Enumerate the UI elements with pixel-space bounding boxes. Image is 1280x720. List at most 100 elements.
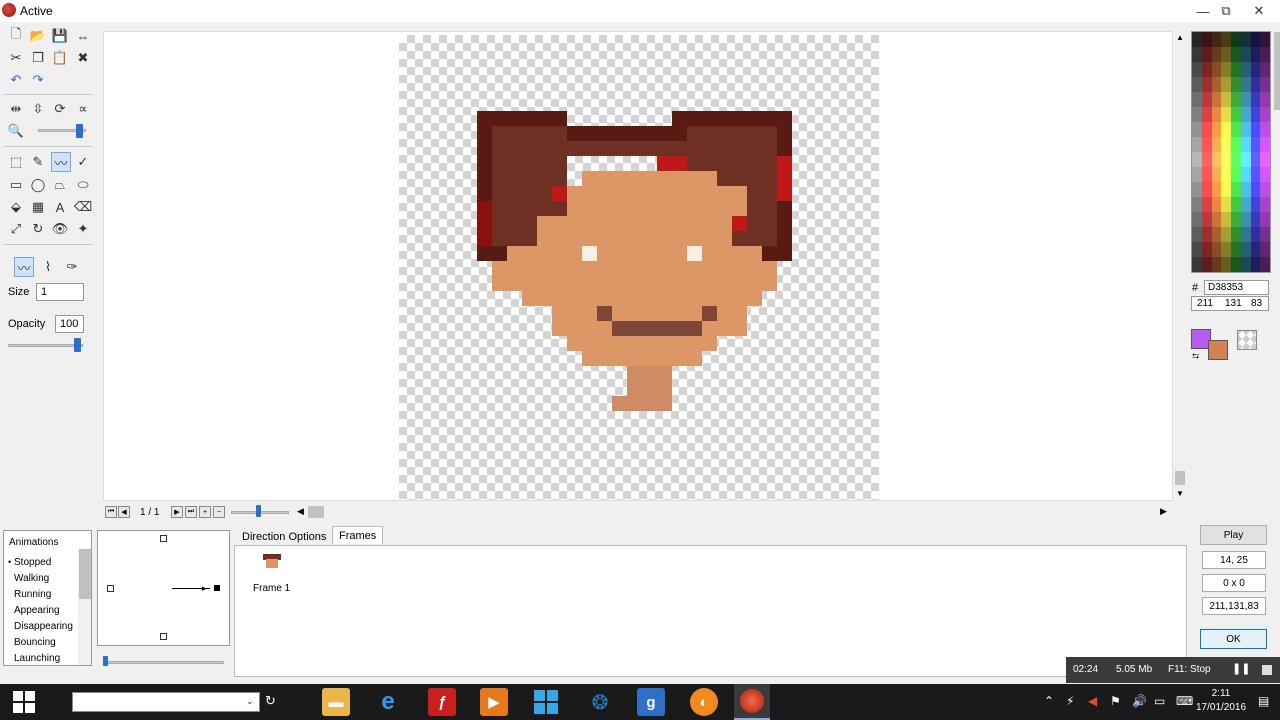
direction-down-node[interactable] [160,633,167,640]
brush-shape-2-icon[interactable]: ⌇ [38,257,58,277]
palette-swatch[interactable] [1250,137,1261,152]
media-player-icon[interactable]: ▶ [480,688,508,716]
palette-swatch[interactable] [1221,47,1231,62]
palette-swatch[interactable] [1250,47,1261,62]
palette-swatch[interactable] [1231,62,1241,77]
palette-swatch[interactable] [1240,257,1251,272]
palette-swatch[interactable] [1231,107,1241,122]
palette-swatch[interactable] [1231,122,1241,137]
play-button[interactable]: Play [1200,525,1267,545]
palette-swatch[interactable] [1221,242,1231,257]
palette-swatch[interactable] [1231,197,1241,212]
palette-swatch[interactable] [1192,257,1202,272]
palette-swatch[interactable] [1221,137,1231,152]
flip-horizontal-icon[interactable]: ⇹ [6,99,26,119]
ok-button[interactable]: OK [1200,629,1267,649]
palette-swatch[interactable] [1211,122,1222,137]
palette-swatch[interactable] [1201,107,1212,122]
palette-swatch[interactable] [1260,212,1270,227]
swap-colors-icon[interactable]: ⮀ [1192,351,1199,362]
direction-up-node[interactable] [160,535,167,542]
add-frame-button[interactable]: + [199,506,211,518]
animation-item-running[interactable]: Running [14,589,51,600]
rgb-input[interactable]: 211 131 83 [1191,296,1269,311]
palette-swatch[interactable] [1201,197,1212,212]
animation-item-disappearing[interactable]: Disappearing [14,621,73,632]
palette-swatch[interactable] [1211,107,1222,122]
stop-icon[interactable] [1262,665,1272,675]
palette-swatch[interactable] [1250,167,1261,182]
palette-swatch[interactable] [1201,77,1212,92]
palette-swatch[interactable] [1192,77,1202,92]
palette-swatch[interactable] [1192,167,1202,182]
last-frame-button[interactable]: ⏭ [185,506,197,518]
canvas-workspace[interactable] [103,31,1173,501]
palette-swatch[interactable] [1211,92,1222,107]
palette-swatch[interactable] [1192,47,1202,62]
palette-swatch[interactable] [1221,32,1231,47]
palette-swatch[interactable] [1192,182,1202,197]
palette-swatch[interactable] [1201,257,1212,272]
palette-swatch[interactable] [1240,92,1251,107]
zoom-icon[interactable]: 🔍 [6,121,26,141]
copy-icon[interactable]: ❐ [28,48,48,68]
palette-swatch[interactable] [1240,32,1251,47]
palette-swatch[interactable] [1240,212,1251,227]
palette-swatch[interactable] [1260,242,1270,257]
move-icon[interactable]: ⤢ [6,219,26,239]
palette-swatch[interactable] [1250,242,1261,257]
palette-swatch[interactable] [1231,257,1241,272]
palette-swatch[interactable] [1201,137,1212,152]
palette-swatch[interactable] [1260,167,1270,182]
animations-scrollbar[interactable] [78,549,91,665]
paste-icon[interactable]: 📋 [50,48,70,68]
color-palette[interactable] [1191,31,1271,273]
palette-swatch[interactable] [1201,167,1212,182]
animation-item-walking[interactable]: Walking [14,573,49,584]
save-icon[interactable]: 💾 [50,26,70,46]
refresh-icon[interactable]: ↻ [265,693,276,709]
palette-swatch[interactable] [1201,212,1212,227]
palette-swatch[interactable] [1250,32,1261,47]
palette-swatch[interactable] [1221,92,1231,107]
palette-swatch[interactable] [1192,197,1202,212]
palette-swatch[interactable] [1221,212,1231,227]
tab-direction-options[interactable]: Direction Options [236,528,332,546]
windows-store-icon[interactable] [532,688,560,716]
palette-swatch[interactable] [1260,92,1270,107]
palette-swatch[interactable] [1231,242,1241,257]
flip-vertical-icon[interactable]: ⇳ [28,99,48,119]
animation-item-launching[interactable]: Launching [14,653,60,664]
palette-swatch[interactable] [1201,182,1212,197]
palette-swatch[interactable] [1260,122,1270,137]
palette-swatch[interactable] [1201,32,1212,47]
rotate-canvas-icon[interactable]: ↻ [28,219,48,239]
palette-swatch[interactable] [1221,62,1231,77]
palette-swatch[interactable] [1231,212,1241,227]
text-tool-icon[interactable]: A [50,197,70,217]
delete-icon[interactable]: ✖ [73,48,93,68]
palette-swatch[interactable] [1231,92,1241,107]
palette-swatch[interactable] [1201,62,1212,77]
palette-scrollbar[interactable] [1274,32,1280,110]
palette-swatch[interactable] [1221,152,1231,167]
animation-item-bouncing[interactable]: Bouncing [14,637,56,648]
palette-swatch[interactable] [1192,212,1202,227]
first-frame-button[interactable]: ⏮ [105,506,117,518]
vertical-scroll-thumb[interactable] [1175,471,1185,485]
tray-chevron-up-icon[interactable]: ⌃ [1044,694,1054,708]
palette-swatch[interactable] [1201,47,1212,62]
scroll-left-icon[interactable]: ◀ [297,506,304,517]
ring-app-icon[interactable]: ❂ [586,688,614,716]
size-stepper[interactable]: 1 [36,283,84,301]
palette-swatch[interactable] [1201,92,1212,107]
recorder-tray-icon[interactable]: ◀ [1088,694,1097,708]
internet-explorer-icon[interactable]: e [374,688,402,716]
palette-swatch[interactable] [1211,152,1222,167]
palette-swatch[interactable] [1260,182,1270,197]
undo-icon[interactable]: ↶ [6,70,26,90]
brush-shape-1-icon[interactable]: 〰 [14,257,34,277]
opacity-slider[interactable] [8,344,83,347]
tab-frames[interactable]: Frames [332,526,384,544]
palette-swatch[interactable] [1192,62,1202,77]
